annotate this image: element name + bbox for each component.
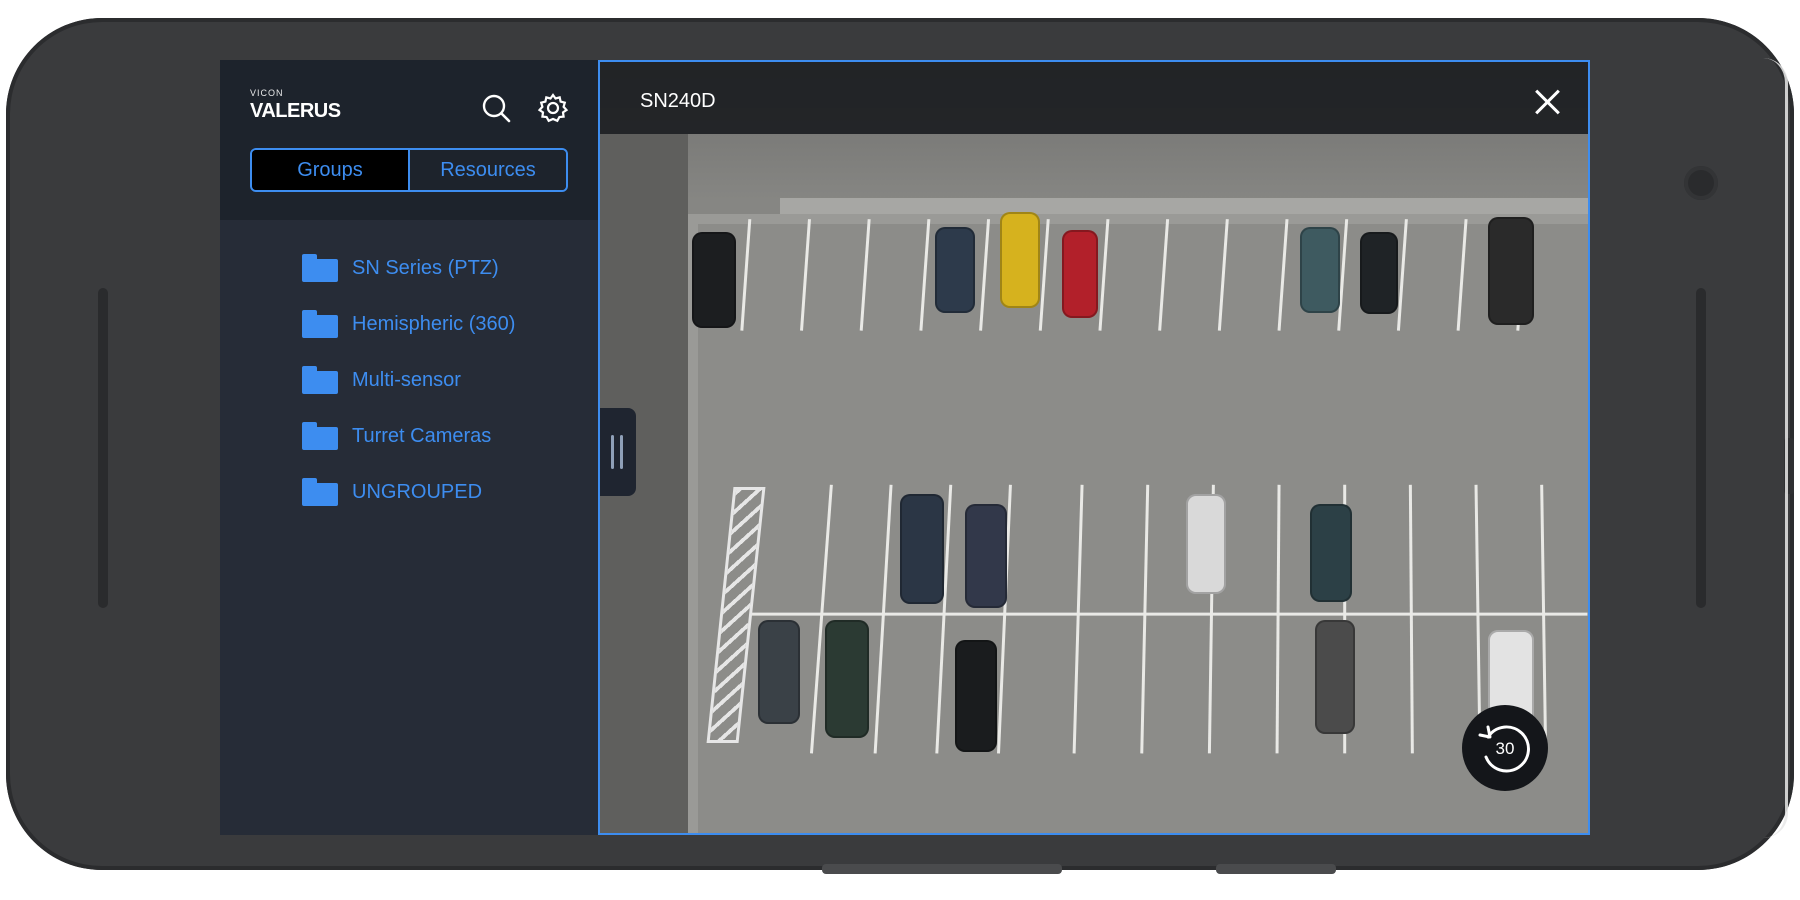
search-button[interactable] [476, 88, 516, 128]
scene-car [692, 232, 736, 328]
replay-seconds: 30 [1495, 739, 1515, 758]
folder-icon [302, 422, 338, 450]
scene-car [1488, 217, 1534, 325]
tab-groups[interactable]: Groups [252, 150, 408, 190]
group-list: SN Series (PTZ) Hemispheric (360) Multi-… [220, 240, 598, 520]
group-label: Hemispheric (360) [352, 312, 516, 335]
replay-button[interactable]: 30 [1462, 705, 1548, 791]
settings-icon [537, 93, 569, 123]
phone-power-button [1216, 864, 1336, 874]
scene-car [758, 620, 800, 724]
phone-grip-right [1696, 288, 1706, 608]
scene-car [965, 504, 1007, 608]
phone-grip-left [98, 288, 108, 608]
group-label: UNGROUPED [352, 480, 483, 503]
scene-car [1186, 494, 1226, 594]
grip-line [620, 435, 623, 469]
grip-line [611, 435, 614, 469]
camera-title: SN240D [640, 90, 716, 112]
sidebar-header: VICON VALERUS Groups Resources [220, 60, 598, 220]
scene-car [1315, 620, 1355, 734]
group-item-turret-cameras[interactable]: Turret Cameras [220, 408, 598, 464]
brand-name: VALERUS [250, 100, 341, 122]
scene-car [1300, 227, 1340, 313]
folder-icon [302, 254, 338, 282]
sidebar: VICON VALERUS Groups Resources SN Series… [220, 60, 598, 835]
settings-button[interactable] [533, 88, 573, 128]
folder-icon [302, 478, 338, 506]
group-label: Turret Cameras [352, 424, 492, 447]
group-item-ungrouped[interactable]: UNGROUPED [220, 464, 598, 520]
tab-resources[interactable]: Resources [408, 150, 566, 190]
group-label: Multi-sensor [352, 368, 461, 391]
group-item-sn-series[interactable]: SN Series (PTZ) [220, 240, 598, 296]
group-label: SN Series (PTZ) [352, 256, 499, 279]
camera-video-panel[interactable]: SN240D 30 [598, 60, 1590, 835]
search-icon [482, 94, 511, 123]
scene-car [1360, 232, 1398, 314]
folder-icon [302, 366, 338, 394]
app-logo: VICON VALERUS [250, 88, 341, 123]
phone-volume-button [822, 864, 1062, 874]
folder-icon [302, 310, 338, 338]
scene-car [935, 227, 975, 313]
phone-side-button [1784, 438, 1794, 494]
scene-car [900, 494, 944, 604]
view-toggle: Groups Resources [250, 148, 568, 192]
phone-front-camera [1684, 166, 1718, 200]
scene-car [1062, 230, 1098, 318]
video-header: SN240D [600, 62, 1588, 134]
scene-car [1310, 504, 1352, 602]
scene-car [825, 620, 869, 738]
brand-small: VICON [250, 88, 284, 98]
app-screen: VICON VALERUS Groups Resources SN Series… [220, 60, 1590, 835]
drawer-toggle-handle[interactable] [600, 408, 636, 496]
group-item-multi-sensor[interactable]: Multi-sensor [220, 352, 598, 408]
parking-lines [740, 219, 1588, 754]
scene-car [955, 640, 997, 752]
group-item-hemispheric[interactable]: Hemispheric (360) [220, 296, 598, 352]
scene-car [1000, 212, 1040, 308]
close-icon[interactable] [1534, 88, 1562, 116]
